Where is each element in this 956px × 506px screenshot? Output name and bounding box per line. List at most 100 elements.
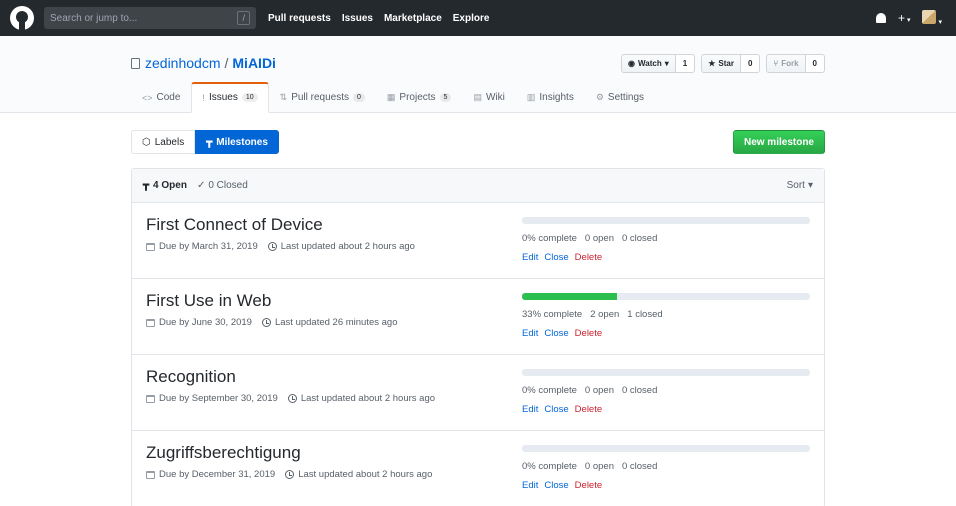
watch-label: Watch — [638, 59, 662, 68]
tab-label: Pull requests — [291, 92, 349, 103]
issue-opened-icon: ! — [202, 92, 205, 103]
watch-button[interactable]: ◉ Watch ▾ — [621, 54, 676, 73]
delete-link[interactable]: Delete — [575, 328, 602, 339]
close-link[interactable]: Close — [544, 480, 568, 491]
percent-complete: 0% complete — [522, 461, 577, 472]
open-issues: 0 open — [584, 385, 614, 396]
milestone-title[interactable]: Zugriffsberechtigung — [146, 443, 432, 463]
clock-icon — [285, 470, 295, 479]
search-input[interactable] — [50, 12, 238, 24]
last-updated: Last updated about 2 hours ago — [298, 469, 433, 480]
global-nav: Pull requests Issues Marketplace Explore — [268, 13, 500, 24]
open-issues: 2 open — [590, 309, 620, 320]
nav-explore[interactable]: Explore — [453, 13, 490, 24]
milestone-icon: ┳ — [143, 180, 150, 191]
milestone-title[interactable]: Recognition — [146, 367, 435, 387]
pull-requests-counter: 0 — [353, 93, 365, 102]
calendar-icon — [146, 318, 155, 327]
path-separator: / — [224, 55, 229, 71]
fork-count[interactable]: 0 — [805, 54, 825, 73]
star-button[interactable]: ★ Star — [701, 54, 741, 73]
milestone-title[interactable]: First Use in Web — [146, 291, 398, 311]
notifications-bell-icon[interactable] — [875, 13, 886, 23]
edit-link[interactable]: Edit — [522, 404, 538, 415]
milestone-icon: ┳ — [206, 136, 213, 148]
github-logo-icon[interactable] — [10, 6, 34, 30]
repo-owner-link[interactable]: zedinhodcm — [145, 55, 221, 71]
open-count: 4 Open — [153, 180, 187, 191]
repo-nav: <> Code ! Issues 10 ⇅ Pull requests 0 ▦ Projec… — [131, 82, 655, 113]
milestone-actions: Edit Close Delete — [522, 404, 810, 415]
closed-issues: 0 closed — [621, 461, 658, 472]
delete-link[interactable]: Delete — [575, 252, 602, 263]
delete-link[interactable]: Delete — [575, 404, 602, 415]
tag-icon: ⬡ — [142, 136, 151, 148]
tab-label: Wiki — [485, 92, 505, 103]
slash-shortcut-hint: / — [237, 11, 250, 25]
plus-icon: + — [897, 11, 905, 25]
closed-filter[interactable]: ✓ 0 Closed — [197, 180, 248, 191]
percent-complete: 33% complete — [522, 309, 583, 320]
percent-complete: 0% complete — [522, 385, 577, 396]
sort-dropdown[interactable]: Sort ▾ — [787, 180, 813, 191]
gear-icon: ⚙ — [595, 92, 604, 102]
close-link[interactable]: Close — [544, 404, 568, 415]
progress-bar — [522, 445, 810, 452]
tab-settings[interactable]: ⚙ Settings — [585, 82, 655, 113]
search-box[interactable]: / — [44, 7, 256, 29]
closed-count: 0 Closed — [208, 180, 248, 191]
tab-code[interactable]: <> Code — [131, 82, 191, 113]
caret-down-icon: ▾ — [938, 18, 942, 26]
fork-icon: ⑂ — [773, 59, 779, 68]
caret-down-icon: ▾ — [807, 180, 813, 191]
nav-issues[interactable]: Issues — [342, 13, 373, 24]
avatar — [922, 9, 937, 24]
caret-down-icon: ▾ — [906, 17, 911, 24]
repo-name-link[interactable]: MiAIDi — [232, 55, 276, 71]
milestones-list: ┳ 4 Open ✓ 0 Closed Sort ▾ First Connect of… — [131, 168, 825, 506]
labels-link[interactable]: ⬡ Labels — [131, 130, 196, 154]
progress-fill — [522, 293, 618, 300]
tab-insights[interactable]: ▥ Insights — [516, 82, 585, 113]
tab-issues[interactable]: ! Issues 10 — [191, 82, 269, 113]
nav-marketplace[interactable]: Marketplace — [384, 13, 442, 24]
milestone-meta: Due by December 31, 2019 Last updated abo… — [146, 469, 432, 480]
list-item: First Use in Web Due by June 30, 2019 Las… — [132, 279, 824, 355]
milestone-meta: Due by June 30, 2019 Last updated 26 minu… — [146, 317, 398, 328]
milestone-actions: Edit Close Delete — [522, 328, 810, 339]
project-icon: ▦ — [386, 92, 396, 102]
list-item: Zugriffsberechtigung Due by December 31,… — [132, 431, 824, 506]
user-menu-dropdown[interactable]: ▾ — [922, 9, 942, 27]
star-count[interactable]: 0 — [740, 54, 761, 73]
close-link[interactable]: Close — [544, 328, 568, 339]
tab-label: Issues — [208, 92, 238, 103]
list-item: First Connect of Device Due by March 31,… — [132, 203, 824, 279]
nav-pull-requests[interactable]: Pull requests — [268, 13, 331, 24]
tab-wiki[interactable]: ▤ Wiki — [462, 82, 515, 113]
tab-projects[interactable]: ▦ Projects 5 — [376, 82, 463, 113]
milestone-title[interactable]: First Connect of Device — [146, 215, 415, 235]
edit-link[interactable]: Edit — [522, 480, 538, 491]
subnav: ⬡ Labels ┳ Milestones New milestone — [131, 130, 825, 154]
header-actions: + ▾ ▾ — [875, 9, 942, 27]
open-filter[interactable]: ┳ 4 Open — [143, 180, 187, 191]
edit-link[interactable]: Edit — [522, 328, 538, 339]
delete-link[interactable]: Delete — [575, 480, 602, 491]
closed-issues: 1 closed — [627, 309, 663, 320]
edit-link[interactable]: Edit — [522, 252, 538, 263]
percent-complete: 0% complete — [522, 233, 577, 244]
new-milestone-button[interactable]: New milestone — [732, 130, 825, 154]
close-link[interactable]: Close — [544, 252, 568, 263]
tab-pull-requests[interactable]: ⇅ Pull requests 0 — [269, 82, 376, 113]
watch-count[interactable]: 1 — [675, 54, 696, 73]
check-icon: ✓ — [196, 180, 206, 191]
milestones-link[interactable]: ┳ Milestones — [195, 130, 279, 154]
graph-icon: ▥ — [526, 92, 536, 102]
star-label: Star — [718, 59, 734, 68]
repo-header: zedinhodcm / MiAIDi ◉ Watch ▾ 1 ★ Star 0 ⑂ F… — [0, 36, 956, 113]
fork-button[interactable]: ⑂ Fork — [766, 54, 806, 73]
list-item: Recognition Due by September 30, 2019 Las… — [132, 355, 824, 431]
tab-label: Insights — [539, 92, 574, 103]
create-new-dropdown[interactable]: + ▾ — [898, 11, 911, 25]
milestone-stats: 33% complete 2 open 1 closed — [522, 309, 810, 320]
